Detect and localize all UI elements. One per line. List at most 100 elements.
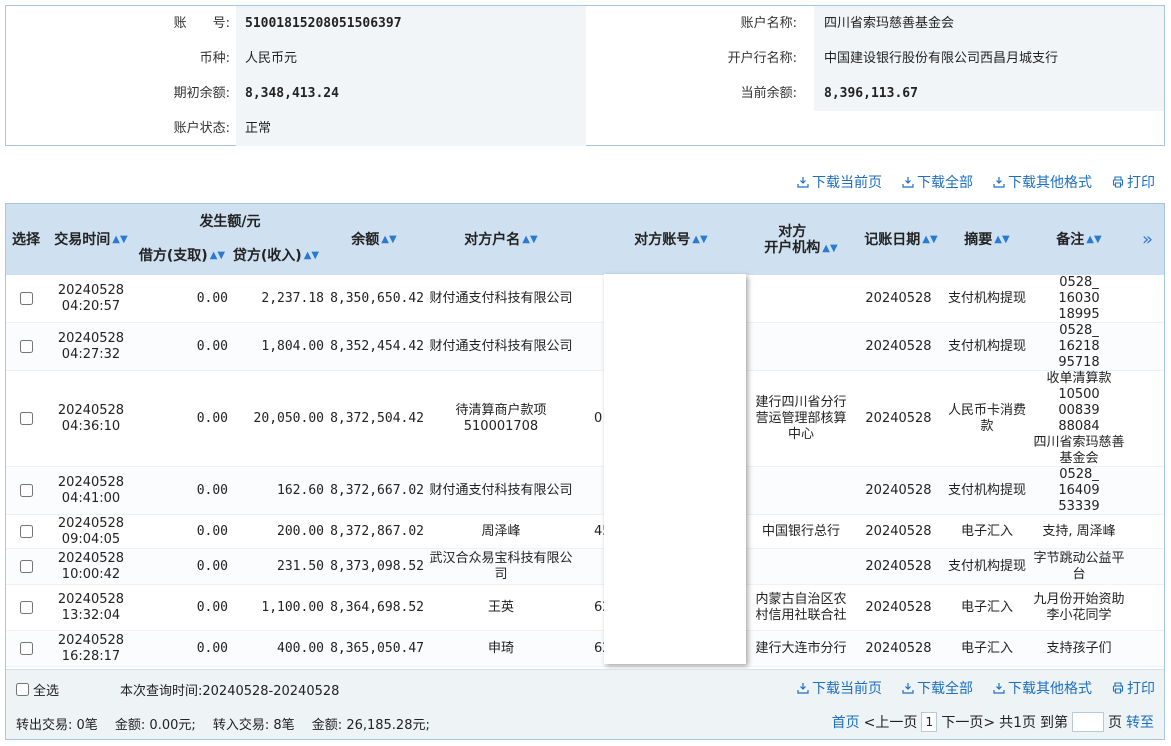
header-note-label: 备注 xyxy=(1056,231,1085,248)
sort-icon: ▲▼ xyxy=(922,233,938,245)
expand-columns-icon[interactable]: » xyxy=(1131,204,1164,275)
cell-note: 九月份开始资助李小花同学 xyxy=(1033,585,1125,630)
cell-summary-text: 电子汇入 xyxy=(960,640,1013,656)
cell-summary-text: 人民币卡消费款 xyxy=(948,402,1027,434)
cell-balance: 8,365,050.47 xyxy=(324,631,424,666)
cell-balance: 8,352,454.42 xyxy=(324,323,424,370)
table-row[interactable]: 20240528 04:41:00 0.00 162.60 8,372,667.02 财付… xyxy=(6,467,1164,515)
cell-post-date-text: 20240528 xyxy=(865,523,932,539)
time-clock: 04:27:32 xyxy=(61,346,121,362)
cell-counter-name: 王英 xyxy=(426,585,576,630)
download-other-link[interactable]: 下载其他格式 xyxy=(993,172,1092,192)
row-checkbox[interactable] xyxy=(19,292,33,305)
time-date: 20240528 xyxy=(57,330,125,346)
table-row[interactable]: 20240528 16:28:17 0.00 400.00 8,365,050.47 申琦… xyxy=(6,631,1164,667)
header-post-date[interactable]: 记账日期 ▲▼ xyxy=(856,204,946,275)
table-row[interactable]: 20240528 04:20:57 0.00 2,237.18 8,350,650.42… xyxy=(6,275,1164,323)
header-note[interactable]: 备注 ▲▼ xyxy=(1033,204,1125,275)
cell-summary: 电子汇入 xyxy=(948,515,1026,548)
cell-counter-bank-text: 中国银行总行 xyxy=(761,523,840,539)
row-checkbox[interactable] xyxy=(19,560,33,573)
header-debit[interactable]: 借方(支取) ▲▼ xyxy=(136,244,228,268)
cell-post-date: 20240528 xyxy=(856,467,941,514)
header-counter-account-label: 对方账号 xyxy=(634,231,691,248)
footer-download-toolbar: 下载当前页 下载全部 下载其他格式 打印 xyxy=(797,678,1155,698)
header-time[interactable]: 交易时间 ▲▼ xyxy=(46,204,136,275)
row-select-checkbox xyxy=(6,631,46,666)
row-checkbox[interactable] xyxy=(19,642,33,655)
download-icon xyxy=(902,683,914,694)
account-number-label: 账 号: xyxy=(173,16,230,31)
header-counter-name[interactable]: 对方户名 ▲▼ xyxy=(426,204,576,275)
table-row[interactable]: 20240528 10:00:42 0.00 231.50 8,373,098.52 武汉… xyxy=(6,549,1164,585)
cell-counter-name: 财付通支付科技有限公司 xyxy=(426,323,576,370)
current-page[interactable]: 1 xyxy=(921,712,938,732)
goto-page-input[interactable] xyxy=(1072,712,1104,732)
time-clock: 10:00:42 xyxy=(61,566,121,582)
currency: 人民币元 xyxy=(236,41,586,76)
row-checkbox[interactable] xyxy=(19,525,33,538)
go-button[interactable]: 转至 xyxy=(1126,712,1154,732)
row-checkbox[interactable] xyxy=(19,340,33,353)
print-link[interactable]: 打印 xyxy=(1112,172,1155,192)
cell-note: 0528_ 16218 95718 xyxy=(1033,323,1125,370)
select-all-checkbox[interactable] xyxy=(16,683,29,696)
current-balance-label: 当前余额: xyxy=(740,86,797,101)
pagination: 首页 <上一页 1 下一页> 共1页 到第 页 转至 xyxy=(832,712,1154,732)
header-credit[interactable]: 贷方(收入) ▲▼ xyxy=(228,244,324,268)
header-summary[interactable]: 摘要 ▲▼ xyxy=(948,204,1026,275)
header-counter-bank[interactable]: 对方 开户机构 ▲▼ xyxy=(751,204,851,275)
cell-debit: 0.00 xyxy=(136,275,228,322)
cell-counter-name: 武汉合众易宝科技有限公司 xyxy=(426,549,576,584)
account-number: 51001815208051506397 xyxy=(236,6,586,41)
cell-counter-name: 财付通支付科技有限公司 xyxy=(426,275,576,322)
row-select-checkbox xyxy=(6,515,46,548)
table-row[interactable]: 20240528 13:32:04 0.00 1,100.00 8,364,698.52… xyxy=(6,585,1164,631)
header-counter-bank-line1: 对方 xyxy=(778,223,807,240)
footer-download-all-link[interactable]: 下载全部 xyxy=(902,678,973,698)
cell-counter-name-text: 武汉合众易宝科技有限公司 xyxy=(429,550,573,582)
cell-post-date: 20240528 xyxy=(856,631,941,666)
time-clock: 04:36:10 xyxy=(61,418,121,434)
header-counter-account[interactable]: 对方账号 ▲▼ xyxy=(596,204,746,275)
cell-summary: 人民币卡消费款 xyxy=(948,371,1026,466)
row-checkbox[interactable] xyxy=(19,412,33,425)
sort-icon: ▲▼ xyxy=(692,233,708,245)
cell-credit: 200.00 xyxy=(228,515,324,548)
cell-post-date: 20240528 xyxy=(856,371,941,466)
cell-time: 20240528 16:28:17 xyxy=(46,631,136,666)
row-checkbox[interactable] xyxy=(19,484,33,497)
cell-counter-bank: 中国银行总行 xyxy=(751,515,851,548)
currency-label: 币种: xyxy=(199,51,230,66)
cell-debit-text: 0.00 xyxy=(196,599,228,615)
next-page-link[interactable]: 下一页> xyxy=(941,712,995,732)
printer-icon xyxy=(1112,682,1124,694)
download-all-link[interactable]: 下载全部 xyxy=(902,172,973,192)
table-row[interactable]: 20240528 04:36:10 0.00 20,050.00 8,372,504.4… xyxy=(6,371,1164,467)
cell-balance-text: 8,364,698.52 xyxy=(330,599,424,615)
cell-counter-bank: 建行四川省分行营运管理部核算中心 xyxy=(751,371,851,466)
first-page-link[interactable]: 首页 xyxy=(832,712,860,732)
row-select-checkbox xyxy=(6,585,46,630)
cell-credit: 20,050.00 xyxy=(228,371,324,466)
cell-note: 支持孩子们 xyxy=(1033,631,1125,666)
table-row[interactable]: 20240528 04:27:32 0.00 1,804.00 8,352,454.42… xyxy=(6,323,1164,371)
cell-post-date-text: 20240528 xyxy=(865,558,932,574)
row-checkbox[interactable] xyxy=(19,601,33,614)
footer-download-page-link[interactable]: 下载当前页 xyxy=(797,678,882,698)
download-page-link[interactable]: 下载当前页 xyxy=(797,172,882,192)
table-row[interactable]: 20240528 09:04:05 0.00 200.00 8,372,867.02 周泽… xyxy=(6,515,1164,549)
header-counter-bank-text: 对方 开户机构 xyxy=(764,224,820,256)
cell-counter-account-text: 0 xyxy=(594,410,603,426)
cell-balance: 8,372,867.02 xyxy=(324,515,424,548)
footer-download-other-link[interactable]: 下载其他格式 xyxy=(993,678,1092,698)
cell-summary-text: 电子汇入 xyxy=(960,523,1013,539)
sort-icon: ▲▼ xyxy=(303,250,320,261)
footer-print-link[interactable]: 打印 xyxy=(1112,678,1155,698)
header-balance[interactable]: 余额 ▲▼ xyxy=(324,204,424,275)
header-counter-bank-line2: 开户机构 xyxy=(764,239,821,256)
prev-page-link[interactable]: <上一页 xyxy=(864,712,918,732)
select-all[interactable]: 全选 xyxy=(16,680,59,699)
cell-counter-name: 周泽峰 xyxy=(426,515,576,548)
download-page-label: 下载当前页 xyxy=(812,175,882,191)
